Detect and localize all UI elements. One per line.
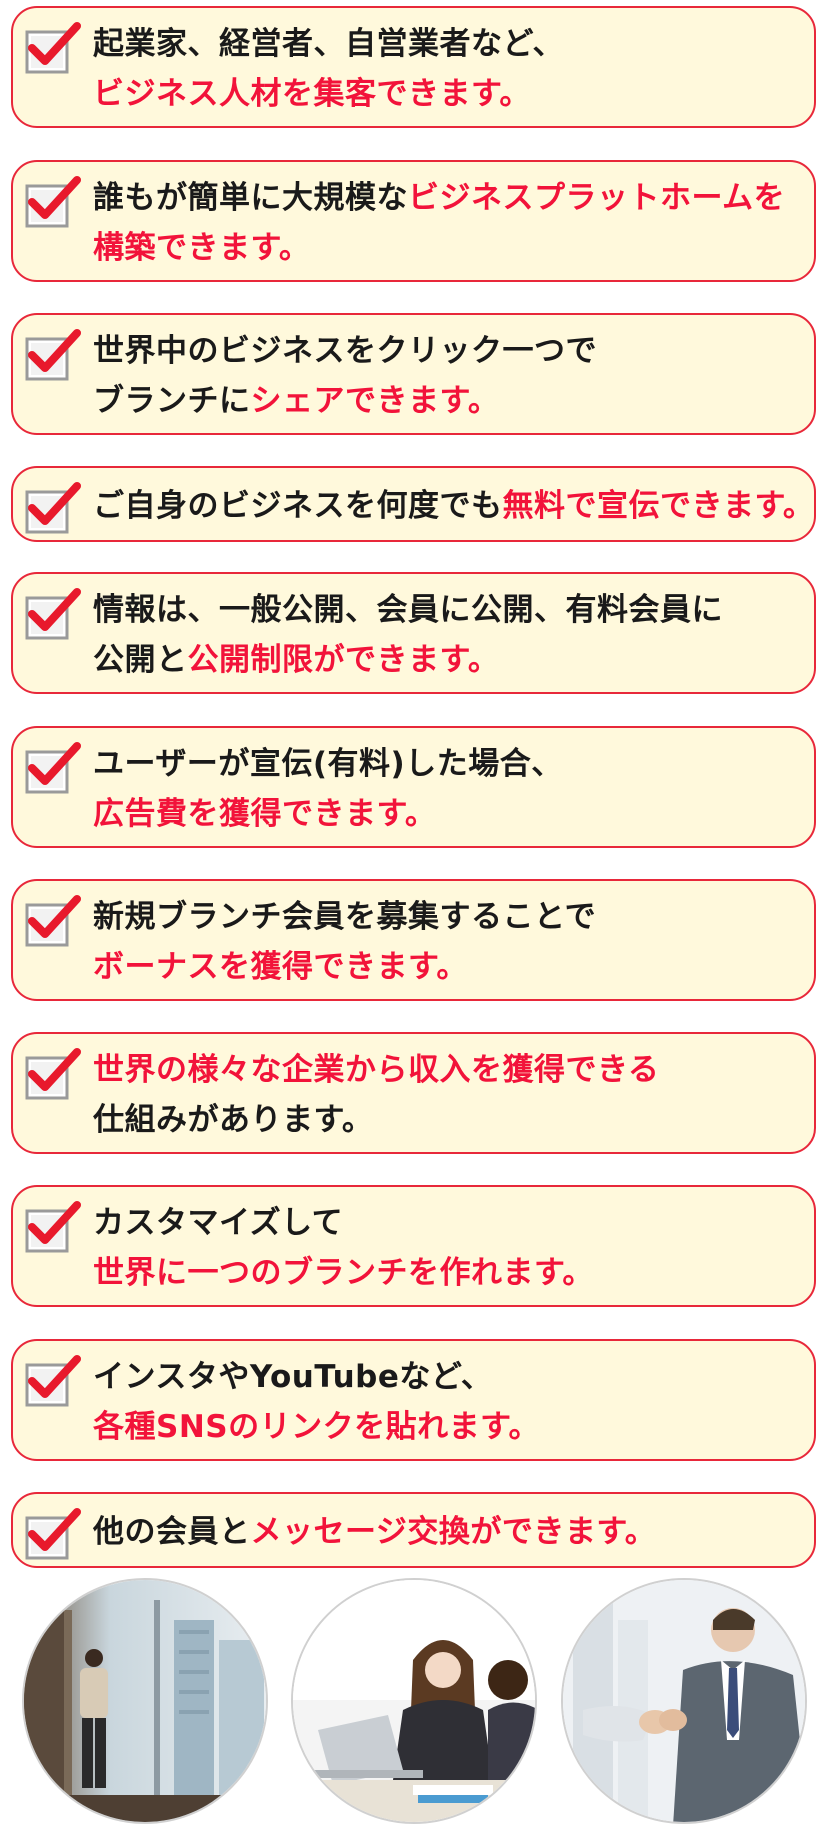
highlight-text: ビジネス人材を集客できます。 [93, 76, 531, 112]
checkbox-check-icon [25, 742, 81, 794]
feature-text-line: インスタやYouTubeなど、 [93, 1352, 802, 1402]
feature-text-line: 仕組みがあります。 [93, 1095, 802, 1145]
highlight-text: メッセージ交換ができます。 [250, 1514, 657, 1550]
feature-text-line: 起業家、経営者、自営業者など、 [93, 19, 802, 69]
feature-text-line: 誰もが簡単に大規模なビジネスプラットホームを [93, 173, 802, 223]
highlight-text: ビジネスプラットホームを [408, 180, 786, 216]
highlight-text: 世界に一つのブランチを作れます。 [93, 1255, 594, 1291]
feature-text-line: 情報は、一般公開、会員に公開、有料会員に [93, 585, 802, 635]
feature-card: カスタマイズして世界に一つのブランチを作れます。 [11, 1185, 816, 1307]
feature-card: 起業家、経営者、自営業者など、 ビジネス人材を集客できます。 [11, 6, 816, 128]
checkbox-check-icon [25, 482, 81, 534]
feature-text: 新規ブランチ会員を募集することで ボーナスを獲得できます。 [93, 892, 802, 992]
highlight-text: 世界の様々な企業から収入を獲得できる [93, 1052, 660, 1088]
highlight-text: 無料で宣伝できます。 [502, 488, 815, 524]
body-text: 起業家、経営者、自営業者など、 [93, 26, 564, 62]
man-window-photo [22, 1578, 268, 1824]
feature-text: インスタやYouTubeなど、各種SNSのリンクを貼れます。 [93, 1352, 802, 1452]
feature-text: ユーザーが宣伝(有料)した場合、 広告費を獲得できます。 [93, 739, 802, 839]
feature-text-line: 広告費を獲得できます。 [93, 789, 802, 839]
body-text: カスタマイズして [93, 1205, 344, 1241]
body-text: ブランチに [93, 383, 251, 419]
checkbox-check-icon [25, 329, 81, 381]
body-text: ユーザーが宣伝(有料)した場合、 [93, 746, 563, 782]
highlight-text: 公開制限ができます。 [187, 642, 500, 678]
feature-text-line: 世界の様々な企業から収入を獲得できる [93, 1045, 802, 1095]
body-text: 他の会員と [93, 1514, 251, 1550]
feature-card: 誰もが簡単に大規模なビジネスプラットホームを構築できます。 [11, 160, 816, 282]
feature-text: カスタマイズして世界に一つのブランチを作れます。 [93, 1198, 802, 1298]
feature-text-line: ユーザーが宣伝(有料)した場合、 [93, 739, 802, 789]
checkbox-check-icon [25, 22, 81, 74]
feature-text: 誰もが簡単に大規模なビジネスプラットホームを構築できます。 [93, 173, 802, 273]
body-text: 仕組みがあります。 [93, 1102, 374, 1138]
checkbox-check-icon [25, 1048, 81, 1100]
feature-text-line: ご自身のビジネスを何度でも無料で宣伝できます。 [93, 481, 814, 531]
feature-text-line: ブランチにシェアできます。 [93, 376, 802, 426]
feature-text: ご自身のビジネスを何度でも無料で宣伝できます。 [93, 481, 814, 531]
handshake-photo [561, 1578, 807, 1824]
feature-text: 世界中のビジネスをクリック一つで ブランチにシェアできます。 [93, 326, 802, 426]
checkbox-check-icon [25, 1508, 81, 1560]
checkbox-check-icon [25, 895, 81, 947]
feature-card: ユーザーが宣伝(有料)した場合、 広告費を獲得できます。 [11, 726, 816, 848]
body-text: インスタやYouTubeなど、 [93, 1359, 493, 1395]
feature-text-line: ビジネス人材を集客できます。 [93, 69, 802, 119]
body-text: 新規ブランチ会員を募集することで [93, 899, 597, 935]
feature-card: 情報は、一般公開、会員に公開、有料会員に 公開と公開制限ができます。 [11, 572, 816, 694]
feature-card: インスタやYouTubeなど、各種SNSのリンクを貼れます。 [11, 1339, 816, 1461]
highlight-text: 広告費を獲得できます。 [93, 796, 437, 832]
body-text: 誰もが簡単に大規模な [93, 180, 408, 216]
feature-text: 情報は、一般公開、会員に公開、有料会員に 公開と公開制限ができます。 [93, 585, 802, 685]
body-text: 情報は、一般公開、会員に公開、有料会員に [93, 592, 723, 628]
feature-text-line: 他の会員とメッセージ交換ができます。 [93, 1507, 802, 1557]
feature-list-page: 起業家、経営者、自営業者など、 ビジネス人材を集客できます。 誰もが簡単に大規模なビ… [0, 0, 828, 1834]
checkbox-check-icon [25, 1201, 81, 1253]
body-text: 公開と [93, 642, 188, 678]
feature-text-line: カスタマイズして [93, 1198, 802, 1248]
feature-text: 世界の様々な企業から収入を獲得できる 仕組みがあります。 [93, 1045, 802, 1145]
highlight-text: ボーナスを獲得できます。 [93, 949, 468, 985]
body-text: ご自身のビジネスを何度でも [93, 488, 503, 524]
feature-text-line: ボーナスを獲得できます。 [93, 942, 802, 992]
checkbox-check-icon [25, 1355, 81, 1407]
feature-card: 他の会員とメッセージ交換ができます。 [11, 1492, 816, 1568]
highlight-text: 各種SNSのリンクを貼れます。 [93, 1409, 540, 1445]
feature-text-line: 新規ブランチ会員を募集することで [93, 892, 802, 942]
feature-text-line: 公開と公開制限ができます。 [93, 635, 802, 685]
women-laptop-photo [291, 1578, 537, 1824]
checkbox-check-icon [25, 176, 81, 228]
feature-card: 新規ブランチ会員を募集することで ボーナスを獲得できます。 [11, 879, 816, 1001]
feature-card: ご自身のビジネスを何度でも無料で宣伝できます。 [11, 466, 816, 542]
feature-card: 世界中のビジネスをクリック一つで ブランチにシェアできます。 [11, 313, 816, 435]
feature-text-line: 世界中のビジネスをクリック一つで [93, 326, 802, 376]
checkbox-check-icon [25, 588, 81, 640]
feature-text-line: 各種SNSのリンクを貼れます。 [93, 1402, 802, 1452]
feature-card: 世界の様々な企業から収入を獲得できる 仕組みがあります。 [11, 1032, 816, 1154]
body-text: 世界中のビジネスをクリック一つで [93, 333, 597, 369]
feature-text-line: 構築できます。 [93, 223, 802, 273]
highlight-text: シェアできます。 [250, 383, 500, 419]
feature-text-line: 世界に一つのブランチを作れます。 [93, 1248, 802, 1298]
feature-text: 他の会員とメッセージ交換ができます。 [93, 1507, 802, 1557]
feature-text: 起業家、経営者、自営業者など、 ビジネス人材を集客できます。 [93, 19, 802, 119]
highlight-text: 構築できます。 [93, 230, 311, 266]
